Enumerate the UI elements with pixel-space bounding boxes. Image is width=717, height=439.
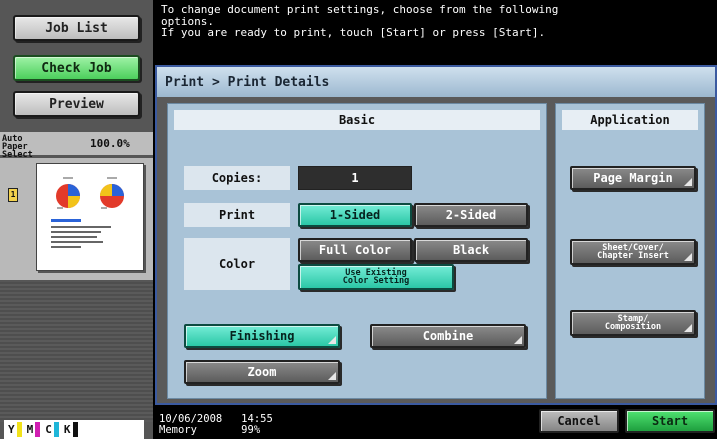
preview-button[interactable]: Preview <box>13 91 140 117</box>
page-margin-button[interactable]: Page Margin <box>570 166 696 190</box>
finishing-button[interactable]: Finishing <box>184 324 340 348</box>
paper-zoom-info: Auto Paper Select 100.0% <box>0 132 153 159</box>
toner-bar-black <box>72 422 78 437</box>
full-color-button[interactable]: Full Color <box>298 238 412 262</box>
date-time-memory: 10/06/2008 14:55 Memory 99% <box>159 413 273 436</box>
toner-label-k: K <box>63 423 71 436</box>
check-job-button[interactable]: Check Job <box>13 55 140 81</box>
sheet-cover-insert-label: Sheet/Cover/ Chapter Insert <box>597 243 669 261</box>
page-count-icon: 1 <box>8 188 18 202</box>
zoom-label: Zoom <box>247 365 277 379</box>
copies-field[interactable]: 1 <box>298 166 412 190</box>
left-panel: Job List Check Job Preview Auto Paper Se… <box>0 0 153 439</box>
zoom-value: 100.0% <box>90 137 130 150</box>
zoom-button[interactable]: Zoom <box>184 360 340 384</box>
job-list-button[interactable]: Job List <box>13 15 140 41</box>
two-sided-button[interactable]: 2-Sided <box>414 203 528 227</box>
toner-bar-cyan <box>53 422 59 437</box>
stamp-composition-button[interactable]: Stamp/ Composition <box>570 310 696 336</box>
finishing-corner-icon <box>328 336 336 344</box>
toner-label-m: M <box>26 423 34 436</box>
combine-corner-icon <box>514 336 522 344</box>
toner-levels: Y M C K <box>4 420 144 439</box>
toner-bar-magenta <box>35 422 41 437</box>
use-existing-color-button[interactable]: Use Existing Color Setting <box>298 264 454 290</box>
page-margin-label: Page Margin <box>593 171 673 185</box>
instruction-message: To change document print settings, choos… <box>155 0 717 60</box>
copies-label: Copies: <box>184 166 290 190</box>
print-label: Print <box>184 203 290 227</box>
application-panel: Application Page Margin Sheet/Cover/ Cha… <box>555 103 705 399</box>
sheet-cover-corner-icon <box>684 253 692 261</box>
paper-select-label: Auto Paper Select <box>2 134 33 160</box>
basic-settings-panel: Basic Copies: 1 Print 1-Sided 2-Sided Co… <box>167 103 547 399</box>
page-preview: 1 <box>0 158 153 280</box>
toner-label-y: Y <box>8 423 15 436</box>
page-margin-corner-icon <box>684 178 692 186</box>
page-thumbnail <box>36 163 144 271</box>
color-label: Color <box>184 238 290 290</box>
black-button[interactable]: Black <box>414 238 528 262</box>
finishing-label: Finishing <box>229 329 295 343</box>
cancel-button[interactable]: Cancel <box>539 409 619 433</box>
status-bar: 10/06/2008 14:55 Memory 99% Cancel Start <box>155 407 717 439</box>
stamp-composition-label: Stamp/ Composition <box>604 314 662 332</box>
combine-label: Combine <box>422 329 474 343</box>
zoom-corner-icon <box>328 372 336 380</box>
stamp-corner-icon <box>684 324 692 332</box>
toner-bar-yellow <box>16 422 22 437</box>
thumbnail-graphic-icon <box>51 177 124 248</box>
left-panel-filler <box>0 282 153 422</box>
basic-heading: Basic <box>174 110 540 130</box>
sheet-cover-insert-button[interactable]: Sheet/Cover/ Chapter Insert <box>570 239 696 265</box>
toner-label-c: C <box>45 423 52 436</box>
one-sided-button[interactable]: 1-Sided <box>298 203 412 227</box>
application-heading: Application <box>562 110 698 130</box>
print-details-panel: Print > Print Details Basic Copies: 1 Pr… <box>155 65 717 405</box>
start-button[interactable]: Start <box>625 409 715 433</box>
combine-button[interactable]: Combine <box>370 324 526 348</box>
breadcrumb: Print > Print Details <box>157 67 715 97</box>
